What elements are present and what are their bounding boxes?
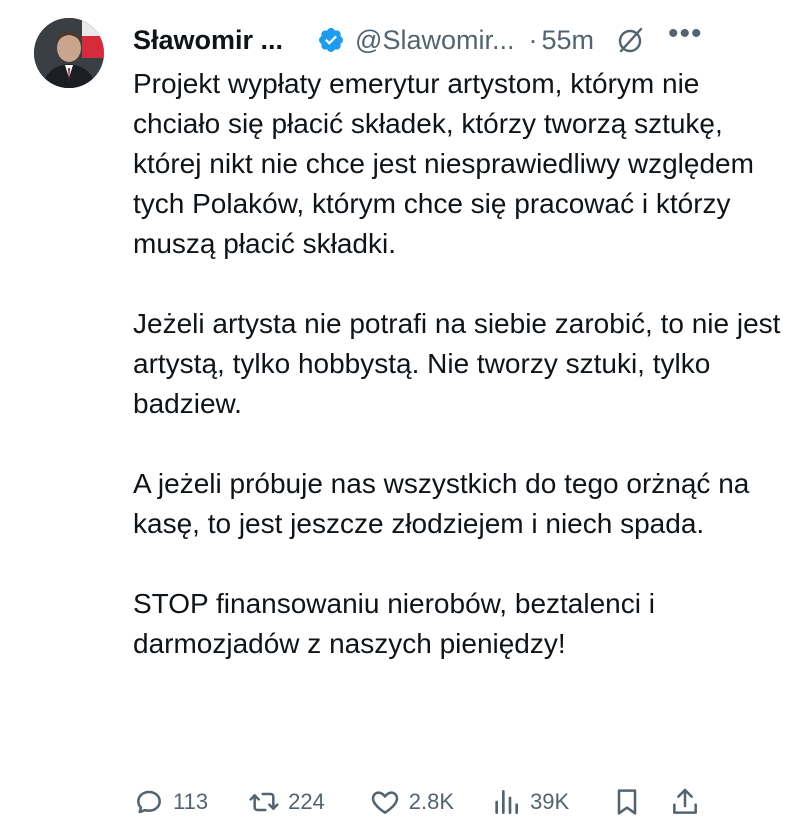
grok-icon[interactable] (614, 24, 646, 56)
retweet-button[interactable]: 224 (248, 786, 325, 818)
separator-dot: · (528, 24, 538, 55)
more-options-icon[interactable]: ••• (668, 19, 703, 49)
tweet-paragraph: Jeżeli artysta nie potrafi na siebie zar… (133, 308, 781, 419)
bookmark-button[interactable] (611, 786, 643, 818)
tweet-paragraph: Projekt wypłaty emerytur artystom, który… (133, 68, 754, 259)
reply-count: 113 (173, 789, 209, 814)
avatar[interactable] (34, 18, 104, 88)
reply-button[interactable]: 113 (133, 786, 208, 818)
share-icon (673, 788, 698, 814)
retweet-icon (249, 792, 279, 812)
author-name[interactable]: Sławomir ... (133, 25, 283, 56)
views-count: 39K (530, 789, 570, 814)
author-handle[interactable]: @Slawomir... (355, 25, 514, 56)
tweet-paragraph: A jeżeli próbuje nas wszystkich do tego … (133, 468, 750, 539)
heart-icon (371, 791, 399, 814)
verified-badge-icon (317, 26, 345, 54)
avatar-photo (34, 18, 104, 88)
timestamp[interactable]: 55m (542, 25, 595, 56)
views-icon (495, 790, 519, 814)
tweet-header: Sławomir ... @Slawomir... · 55m ••• (133, 19, 780, 60)
reply-icon (137, 790, 161, 814)
views-button[interactable]: 39K (490, 786, 569, 818)
like-button[interactable]: 2.8K (369, 786, 454, 818)
tweet-text: Projekt wypłaty emerytur artystom, który… (133, 64, 783, 664)
like-count: 2.8K (408, 789, 455, 814)
share-button[interactable] (669, 786, 701, 818)
tweet-paragraph: STOP finansowaniu nierobów, beztalenci i… (133, 588, 655, 659)
tweet-actions: 113 224 2.8K 39K (133, 782, 780, 822)
bookmark-icon (617, 789, 637, 815)
retweet-count: 224 (288, 789, 325, 814)
